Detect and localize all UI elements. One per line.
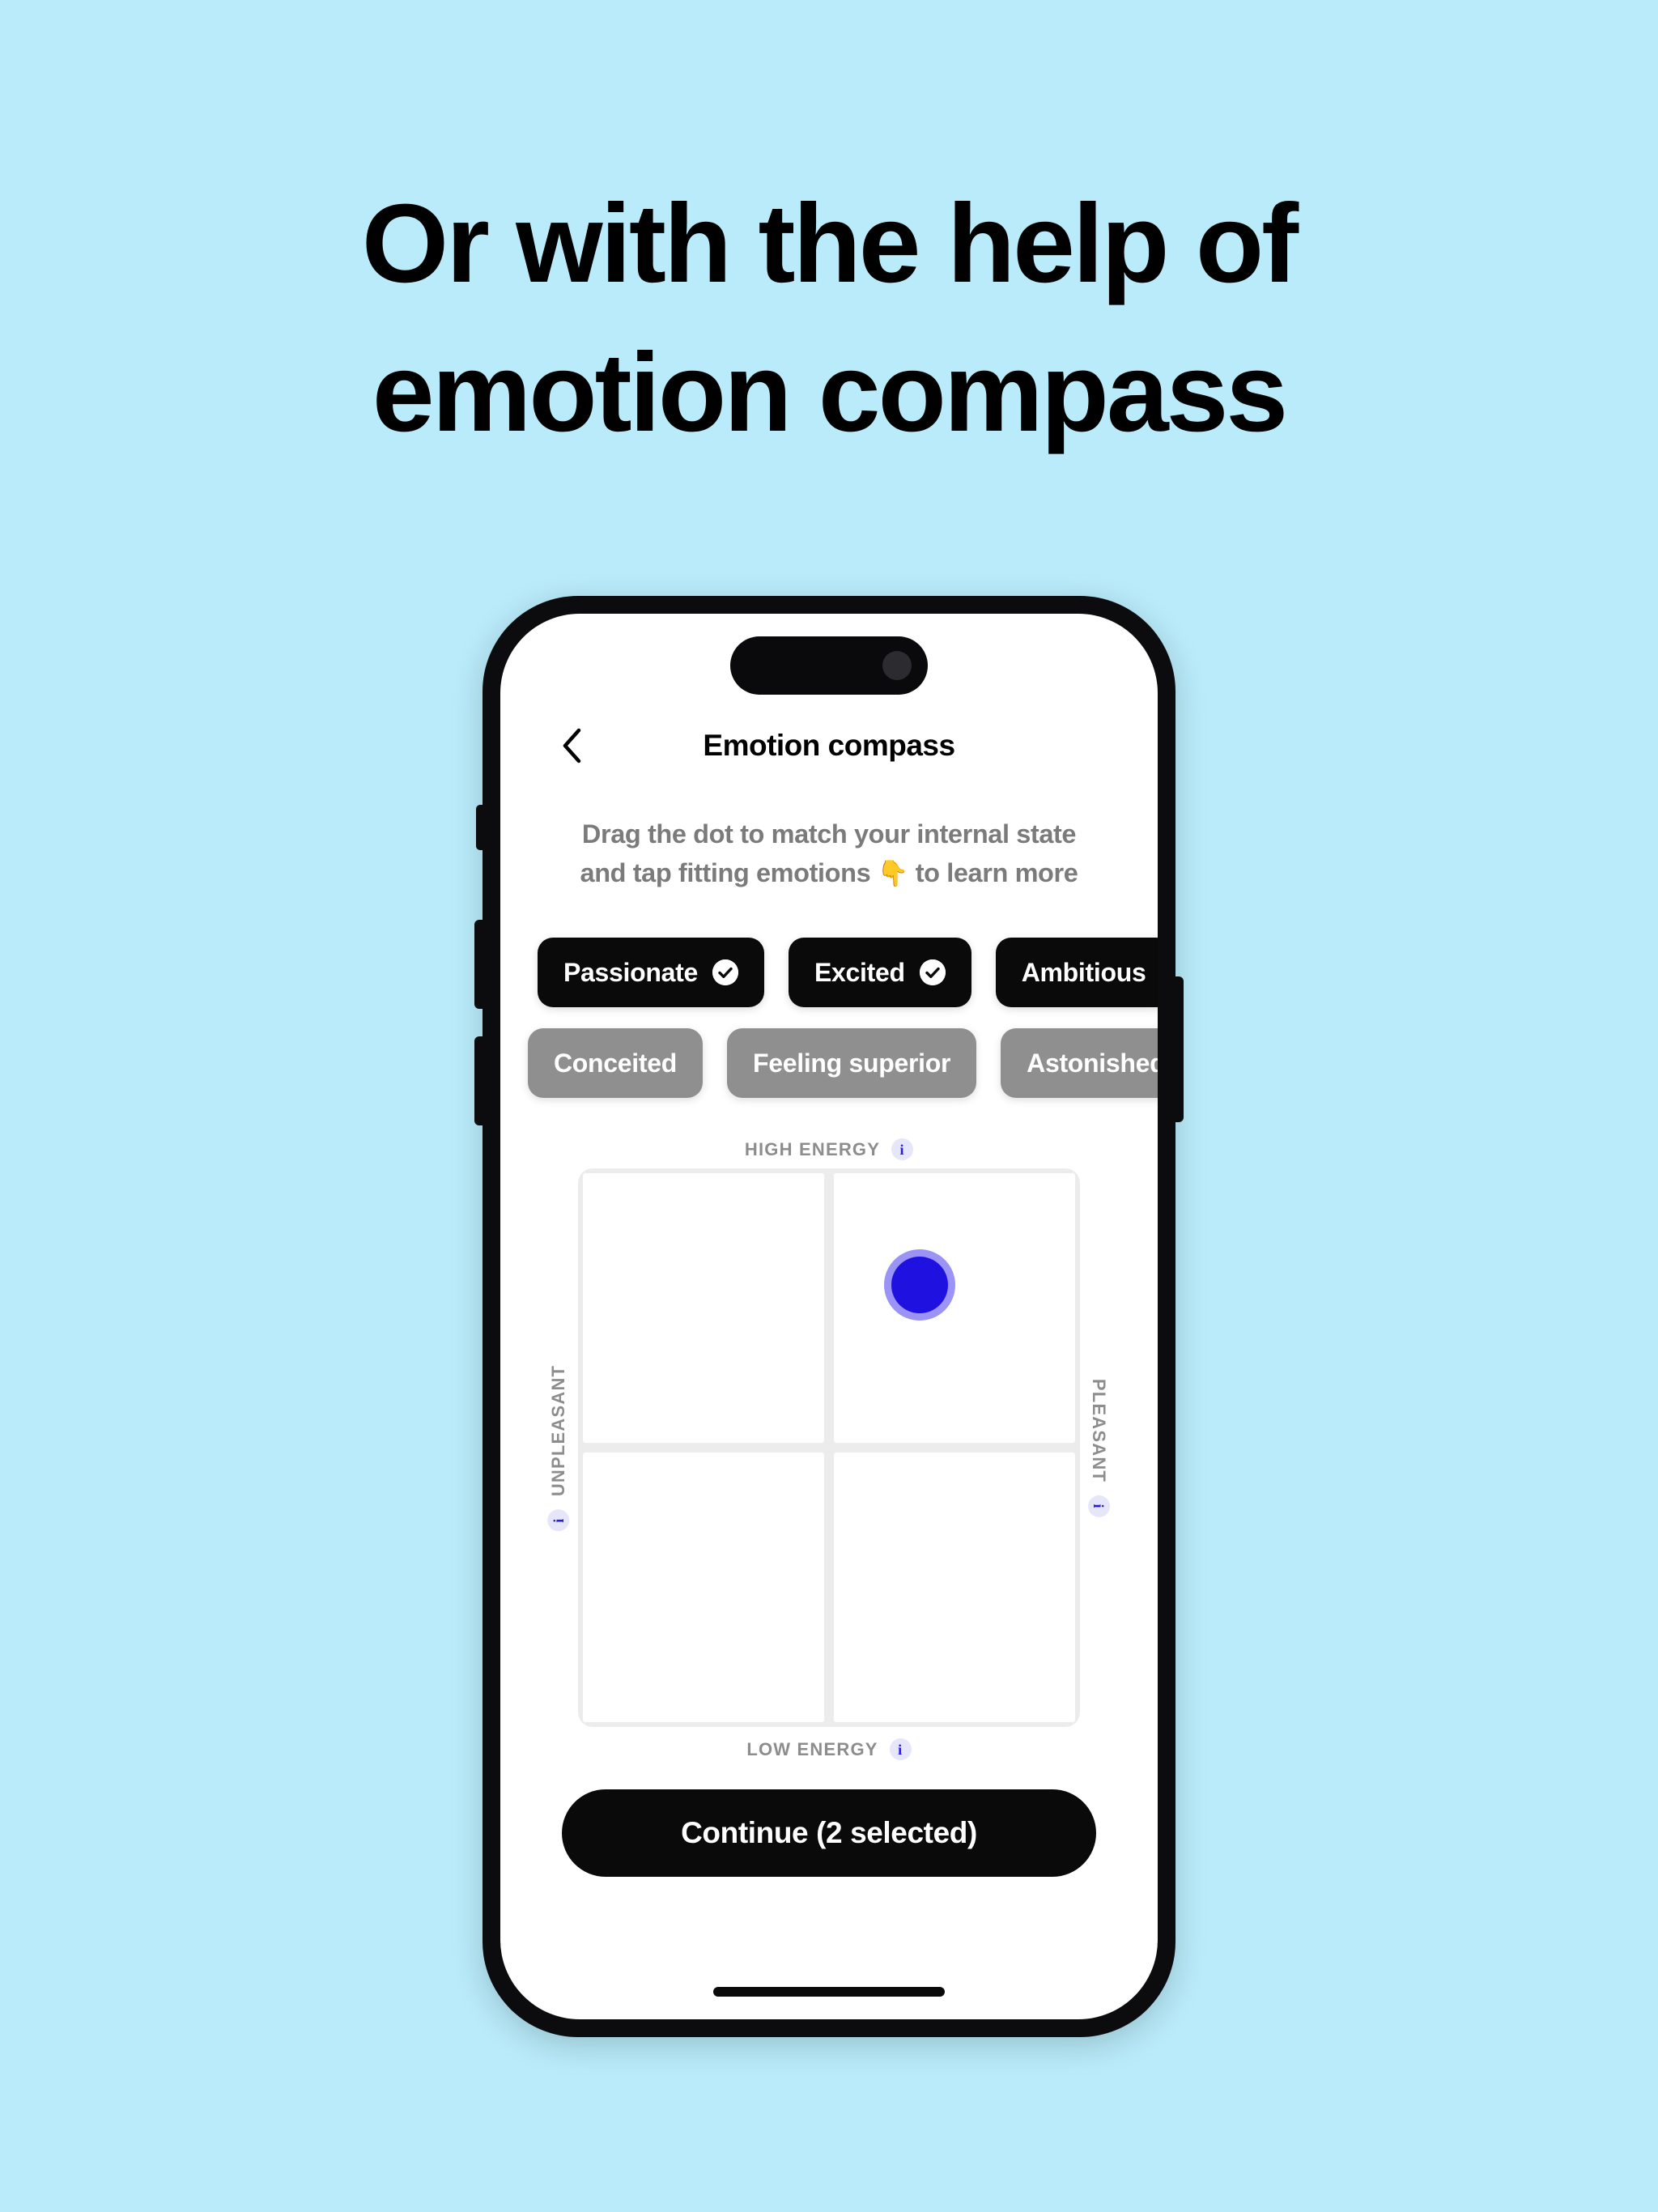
pointing-down-emoji-icon: 👇 [877, 859, 909, 888]
emotion-chip-label: Conceited [554, 1048, 677, 1078]
instructions-text: Drag the dot to match your internal stat… [500, 815, 1158, 892]
quadrant-low-energy-unpleasant[interactable] [583, 1453, 824, 1723]
silent-switch-button[interactable] [476, 805, 483, 850]
axis-label-pleasant: PLEASANT i [1080, 1168, 1119, 1727]
draggable-mood-dot[interactable] [884, 1249, 956, 1321]
info-icon-pleasant[interactable]: i [1088, 1495, 1111, 1517]
continue-button[interactable]: Continue (2 selected) [562, 1789, 1096, 1878]
axis-label-high-energy-text: HIGH ENERGY [744, 1138, 881, 1159]
info-icon-high-energy[interactable]: i [891, 1138, 914, 1161]
compass-grid[interactable] [578, 1168, 1080, 1728]
check-circle-icon [712, 959, 738, 986]
promo-headline-line-1: Or with the help of [361, 181, 1299, 306]
check-circle-icon [919, 959, 946, 986]
info-icon-low-energy[interactable]: i [889, 1738, 912, 1761]
promo-headline-line-2: emotion compass [372, 330, 1288, 455]
compass-body: i UNPLEASANT PLEASANT i [539, 1168, 1119, 1728]
back-button[interactable] [549, 723, 594, 768]
phone-screen: Emotion compass Drag the dot to match yo… [500, 614, 1158, 2019]
emotion-chip-label: Astonished [1027, 1048, 1158, 1078]
power-button[interactable] [1175, 976, 1184, 1122]
emotion-chip-label: Feeling superior [753, 1048, 951, 1078]
volume-down-button[interactable] [474, 1036, 483, 1125]
promo-headline: Or with the help of emotion compass [0, 170, 1658, 467]
emotion-chip-label: Passionate [563, 957, 698, 987]
app-header: Emotion compass [500, 717, 1158, 774]
emotion-chip-row-2: Conceited Feeling superior Astonished [500, 1028, 1158, 1099]
emotion-chip-row-1: Passionate Excited Ambitious [500, 938, 1158, 1008]
volume-up-button[interactable] [474, 920, 483, 1009]
quadrant-high-energy-unpleasant[interactable] [583, 1173, 824, 1444]
axis-label-high-energy: HIGH ENERGY i [539, 1138, 1119, 1161]
axis-label-unpleasant: i UNPLEASANT [539, 1168, 578, 1727]
instructions-line-2b: to learn more [915, 858, 1078, 888]
axis-label-unpleasant-text: UNPLEASANT [548, 1364, 568, 1496]
phone-mockup: Emotion compass Drag the dot to match yo… [474, 596, 1184, 2037]
emotion-chip-excited[interactable]: Excited [788, 938, 971, 1008]
chevron-left-icon [561, 728, 582, 764]
quadrant-high-energy-pleasant[interactable] [834, 1173, 1075, 1444]
emotion-compass: HIGH ENERGY i i UNPLEASANT PLEASANT i LO… [500, 1138, 1158, 1761]
emotion-chip-feeling-superior[interactable]: Feeling superior [727, 1028, 977, 1099]
emotion-chip-label: Excited [814, 957, 905, 987]
emotion-chip-label: Ambitious [1021, 957, 1146, 987]
emotion-chip-ambitious[interactable]: Ambitious [995, 938, 1158, 1008]
quadrant-low-energy-pleasant[interactable] [834, 1453, 1075, 1723]
home-indicator[interactable] [713, 1987, 945, 1997]
info-icon-unpleasant[interactable]: i [547, 1508, 570, 1531]
emotion-chip-astonished[interactable]: Astonished [1001, 1028, 1158, 1099]
instructions-line-2a: and tap fitting emotions [580, 858, 871, 888]
axis-label-low-energy: LOW ENERGY i [539, 1738, 1119, 1761]
emotion-chips: Passionate Excited Ambitious Conceited F… [500, 938, 1158, 1099]
instructions-line-1: Drag the dot to match your internal stat… [581, 819, 1077, 849]
axis-label-pleasant-text: PLEASANT [1090, 1378, 1111, 1482]
page-title: Emotion compass [703, 729, 955, 762]
emotion-chip-passionate[interactable]: Passionate [538, 938, 764, 1008]
emotion-chip-conceited[interactable]: Conceited [528, 1028, 703, 1099]
dynamic-island [730, 636, 928, 695]
axis-label-low-energy-text: LOW ENERGY [746, 1738, 878, 1759]
continue-button-wrap: Continue (2 selected) [500, 1789, 1158, 1878]
front-camera-icon [882, 651, 912, 680]
